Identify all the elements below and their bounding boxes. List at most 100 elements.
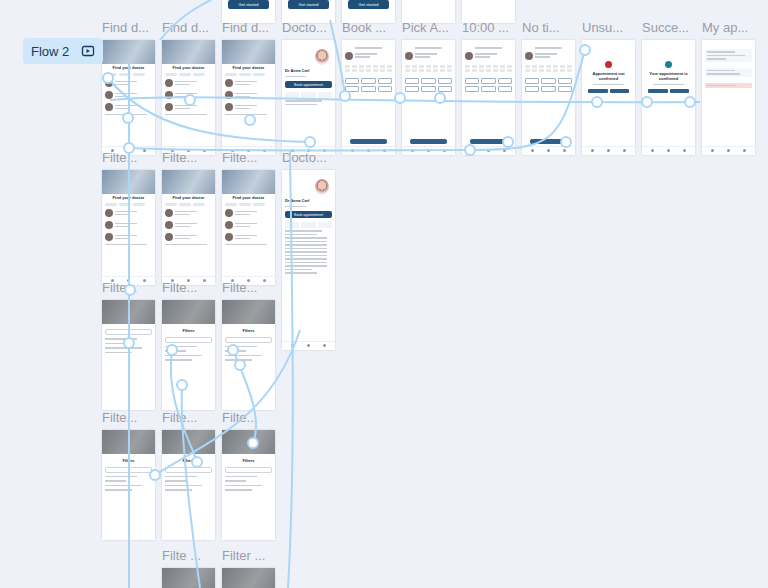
screen-frame[interactable]: Filters <box>162 430 215 540</box>
doctor-row[interactable] <box>102 220 155 230</box>
screen-frame[interactable]: Find your doctor <box>162 40 215 155</box>
book-button[interactable]: Book appointment <box>285 211 332 218</box>
screen-frame[interactable] <box>102 300 155 410</box>
search-field[interactable] <box>165 337 212 343</box>
confirm-button[interactable] <box>530 139 567 144</box>
frame-label[interactable]: Filte... <box>102 280 137 296</box>
screen-frame[interactable]: Filters <box>222 300 275 410</box>
frame-label[interactable]: No ti... <box>522 20 560 36</box>
doctor-row[interactable] <box>222 90 275 100</box>
frame-label[interactable]: Filte... <box>102 410 137 426</box>
start-button[interactable]: Get started <box>348 0 389 9</box>
top-frame[interactable] <box>462 0 515 23</box>
doctor-row[interactable] <box>222 220 275 230</box>
action-buttons[interactable] <box>582 87 635 95</box>
screen-frame[interactable]: Appointment not confirmed <box>582 40 635 155</box>
screen-frame[interactable] <box>222 568 275 588</box>
screen-frame[interactable]: Find your doctor <box>162 170 215 285</box>
screen-frame[interactable] <box>402 40 455 155</box>
doctor-row[interactable] <box>222 208 275 218</box>
screen-frame[interactable] <box>522 40 575 155</box>
search-field[interactable] <box>105 329 152 335</box>
top-frame[interactable]: Get started <box>282 0 335 23</box>
screen-frame[interactable]: Dr Anna CarlBook appointment <box>282 170 335 350</box>
doctor-row[interactable] <box>102 208 155 218</box>
frame-label[interactable]: Filte... <box>222 410 257 426</box>
search-field[interactable] <box>225 337 272 343</box>
frame-label[interactable]: Unsu... <box>582 20 623 36</box>
search-field[interactable] <box>165 467 212 473</box>
flow-start-icon[interactable] <box>81 44 95 58</box>
doctor-row[interactable] <box>222 102 275 112</box>
flow-badge[interactable]: Flow 2 <box>23 38 103 64</box>
time-slots[interactable] <box>522 76 575 94</box>
doctor-row[interactable] <box>162 90 215 100</box>
prototype-canvas[interactable]: Flow 2 Get started Get started Get started F… <box>0 0 768 588</box>
frame-label[interactable]: Find d... <box>102 20 149 36</box>
search-field[interactable] <box>105 467 152 473</box>
top-frame[interactable]: Get started <box>222 0 275 23</box>
doctor-row[interactable] <box>102 232 155 242</box>
appointment-card[interactable] <box>705 49 752 62</box>
screen-frame[interactable]: Find your doctor <box>222 170 275 285</box>
frame-label[interactable]: Docto... <box>282 20 327 36</box>
screen-frame[interactable]: Find your doctor <box>222 40 275 155</box>
frame-label[interactable]: 10:00 ... <box>462 20 509 36</box>
screen-frame[interactable]: Find your doctor <box>102 40 155 155</box>
screen-frame[interactable] <box>462 40 515 155</box>
time-slots[interactable] <box>462 76 515 94</box>
screen-frame[interactable] <box>162 568 215 588</box>
start-button[interactable]: Get started <box>228 0 269 9</box>
frame-label[interactable]: My ap... <box>702 20 748 36</box>
frame-label[interactable]: Docto... <box>282 150 327 166</box>
cancel-card[interactable] <box>705 83 752 89</box>
frame-label[interactable]: Pick A... <box>402 20 449 36</box>
screen-frame[interactable]: Filters <box>222 430 275 540</box>
doctor-row[interactable] <box>102 90 155 100</box>
screen-frame[interactable]: Your appointment is confirmed <box>642 40 695 155</box>
frame-label[interactable]: Book ... <box>342 20 386 36</box>
frame-label[interactable]: Filter ... <box>222 548 265 564</box>
screen-frame[interactable]: Filters <box>102 430 155 540</box>
frame-label[interactable]: Succe... <box>642 20 689 36</box>
time-slots[interactable] <box>402 76 455 94</box>
frame-label[interactable]: Filte... <box>162 410 197 426</box>
top-frame[interactable]: Get started <box>342 0 395 23</box>
action-buttons[interactable] <box>642 87 695 95</box>
frame-label[interactable]: Filte... <box>222 150 257 166</box>
calendar-grid[interactable] <box>342 63 395 75</box>
doctor-row[interactable] <box>222 78 275 88</box>
doctor-row[interactable] <box>222 232 275 242</box>
frame-label[interactable]: Filte... <box>162 280 197 296</box>
screen-frame[interactable] <box>342 40 395 155</box>
doctor-row[interactable] <box>102 78 155 88</box>
confirm-button[interactable] <box>410 139 447 144</box>
screen-frame[interactable] <box>702 40 755 155</box>
doctor-row[interactable] <box>162 102 215 112</box>
frame-label[interactable]: Filte ... <box>162 548 201 564</box>
frame-label[interactable]: Filte... <box>162 150 197 166</box>
calendar-grid[interactable] <box>462 63 515 75</box>
screen-frame[interactable]: Dr Anna CarlBook appointment <box>282 40 335 155</box>
confirm-button[interactable] <box>350 139 387 144</box>
doctor-row[interactable] <box>162 78 215 88</box>
appointment-card[interactable] <box>705 68 752 77</box>
time-slots[interactable] <box>342 76 395 94</box>
screen-frame[interactable]: Find your doctor <box>102 170 155 285</box>
calendar-grid[interactable] <box>402 63 455 75</box>
doctor-row[interactable] <box>162 220 215 230</box>
frame-label[interactable]: Filte... <box>222 280 257 296</box>
confirm-button[interactable] <box>470 139 507 144</box>
frame-label[interactable]: Find d... <box>222 20 269 36</box>
calendar-grid[interactable] <box>522 63 575 75</box>
doctor-row[interactable] <box>102 102 155 112</box>
start-button[interactable]: Get started <box>288 0 329 9</box>
book-button[interactable]: Book appointment <box>285 81 332 88</box>
frame-label[interactable]: Find d... <box>162 20 209 36</box>
doctor-row[interactable] <box>162 232 215 242</box>
frame-label[interactable]: Filte... <box>102 150 137 166</box>
doctor-row[interactable] <box>162 208 215 218</box>
search-field[interactable] <box>225 467 272 473</box>
top-frame[interactable] <box>402 0 455 23</box>
screen-frame[interactable]: Filters <box>162 300 215 410</box>
